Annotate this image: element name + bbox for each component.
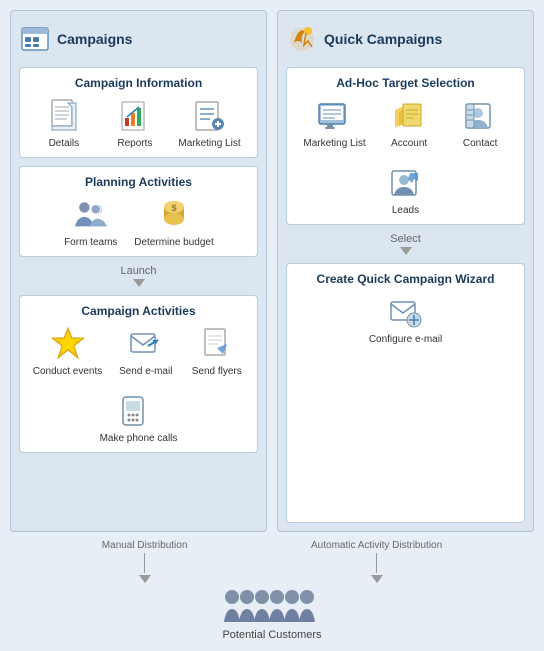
adhoc-icons: Marketing List [295,98,516,216]
left-panel: Campaigns Campaign Information [10,10,267,532]
determine-budget-item[interactable]: $ Determine budget [134,197,214,248]
conduct-events-item[interactable]: Conduct events [33,326,103,377]
determine-budget-icon: $ [156,197,192,233]
campaign-activities-icons: Conduct events Send e-mail [28,326,249,444]
quick-campaigns-icon [286,23,318,55]
right-panel: Quick Campaigns Ad-Hoc Target Selection [277,10,534,532]
account-label: Account [391,138,427,149]
send-flyers-label: Send flyers [192,366,242,377]
quick-campaigns-title: Quick Campaigns [324,31,442,47]
marketing-list-item[interactable]: Marketing List [178,98,240,149]
campaign-info-icons: Details Reports [28,98,249,149]
configure-email-item[interactable]: Configure e-mail [369,294,442,345]
marketing-list-label: Marketing List [178,138,240,149]
conduct-events-label: Conduct events [33,366,103,377]
marketing-list-icon [192,98,228,134]
send-flyers-icon [199,326,235,362]
campaign-activities-title: Campaign Activities [28,304,249,318]
leads-icon [388,165,424,201]
launch-arrow-icon [133,279,145,287]
form-teams-item[interactable]: Form teams [63,197,118,248]
manual-distribution-label: Manual Distribution [102,540,188,551]
details-icon [46,98,82,134]
form-teams-label: Form teams [64,237,117,248]
launch-arrow: Launch [19,265,258,287]
details-item[interactable]: Details [36,98,91,149]
phone-calls-item[interactable]: Make phone calls [100,393,178,444]
planning-activities-box: Planning Activities [19,166,258,257]
manual-arrow-line [144,553,145,573]
wizard-icons: Configure e-mail [295,294,516,345]
reports-icon [117,98,153,134]
customers-icon [212,587,332,627]
top-section: Campaigns Campaign Information [10,10,534,532]
potential-customers: Potential Customers [212,587,332,641]
ml-target-item[interactable]: Marketing List [303,98,365,149]
select-arrow-icon [400,247,412,255]
campaigns-header: Campaigns [19,19,258,59]
distribution-arrows: Manual Distribution Automatic Activity D… [10,540,534,583]
send-email-item[interactable]: Send e-mail [118,326,173,377]
determine-budget-label: Determine budget [134,237,214,248]
campaign-information-title: Campaign Information [28,76,249,90]
quick-campaigns-header: Quick Campaigns [286,19,525,59]
campaign-activities-box: Campaign Activities Conduct events [19,295,258,453]
phone-calls-icon [120,393,156,429]
send-flyers-item[interactable]: Send flyers [189,326,244,377]
select-arrow: Select [286,233,525,255]
auto-arrow-down [371,575,383,583]
send-email-icon [128,326,164,362]
auto-arrow-line [376,553,377,573]
bottom-section: Manual Distribution Automatic Activity D… [10,540,534,641]
form-teams-icon [73,197,109,233]
automatic-distribution-label: Automatic Activity Distribution [311,540,442,551]
adhoc-target-box: Ad-Hoc Target Selection [286,67,525,225]
leads-label: Leads [392,205,419,216]
svg-text:$: $ [171,203,176,213]
account-icon [391,98,427,134]
campaign-information-box: Campaign Information [19,67,258,158]
customers-label: Potential Customers [222,629,321,641]
manual-arrow-down [139,575,151,583]
leads-item[interactable]: Leads [378,165,433,216]
details-label: Details [49,138,80,149]
conduct-events-icon [50,326,86,362]
configure-email-icon [388,294,424,330]
automatic-distribution: Automatic Activity Distribution [311,540,442,583]
ml-target-label: Marketing List [303,138,365,149]
create-wizard-title: Create Quick Campaign Wizard [295,272,516,286]
manual-distribution: Manual Distribution [102,540,188,583]
reports-item[interactable]: Reports [107,98,162,149]
create-wizard-box: Create Quick Campaign Wizard [286,263,525,523]
account-item[interactable]: Account [382,98,437,149]
contact-icon [462,98,498,134]
ml-target-icon [317,98,353,134]
contact-label: Contact [463,138,497,149]
campaigns-icon [19,23,51,55]
contact-item[interactable]: Contact [453,98,508,149]
main-container: Campaigns Campaign Information [0,0,544,651]
send-email-label: Send e-mail [119,366,172,377]
phone-calls-label: Make phone calls [100,433,178,444]
planning-icons: Form teams $ Determine bud [28,197,249,248]
reports-label: Reports [117,138,152,149]
adhoc-target-title: Ad-Hoc Target Selection [295,76,516,90]
configure-email-label: Configure e-mail [369,334,442,345]
planning-activities-title: Planning Activities [28,175,249,189]
campaigns-title: Campaigns [57,31,132,47]
